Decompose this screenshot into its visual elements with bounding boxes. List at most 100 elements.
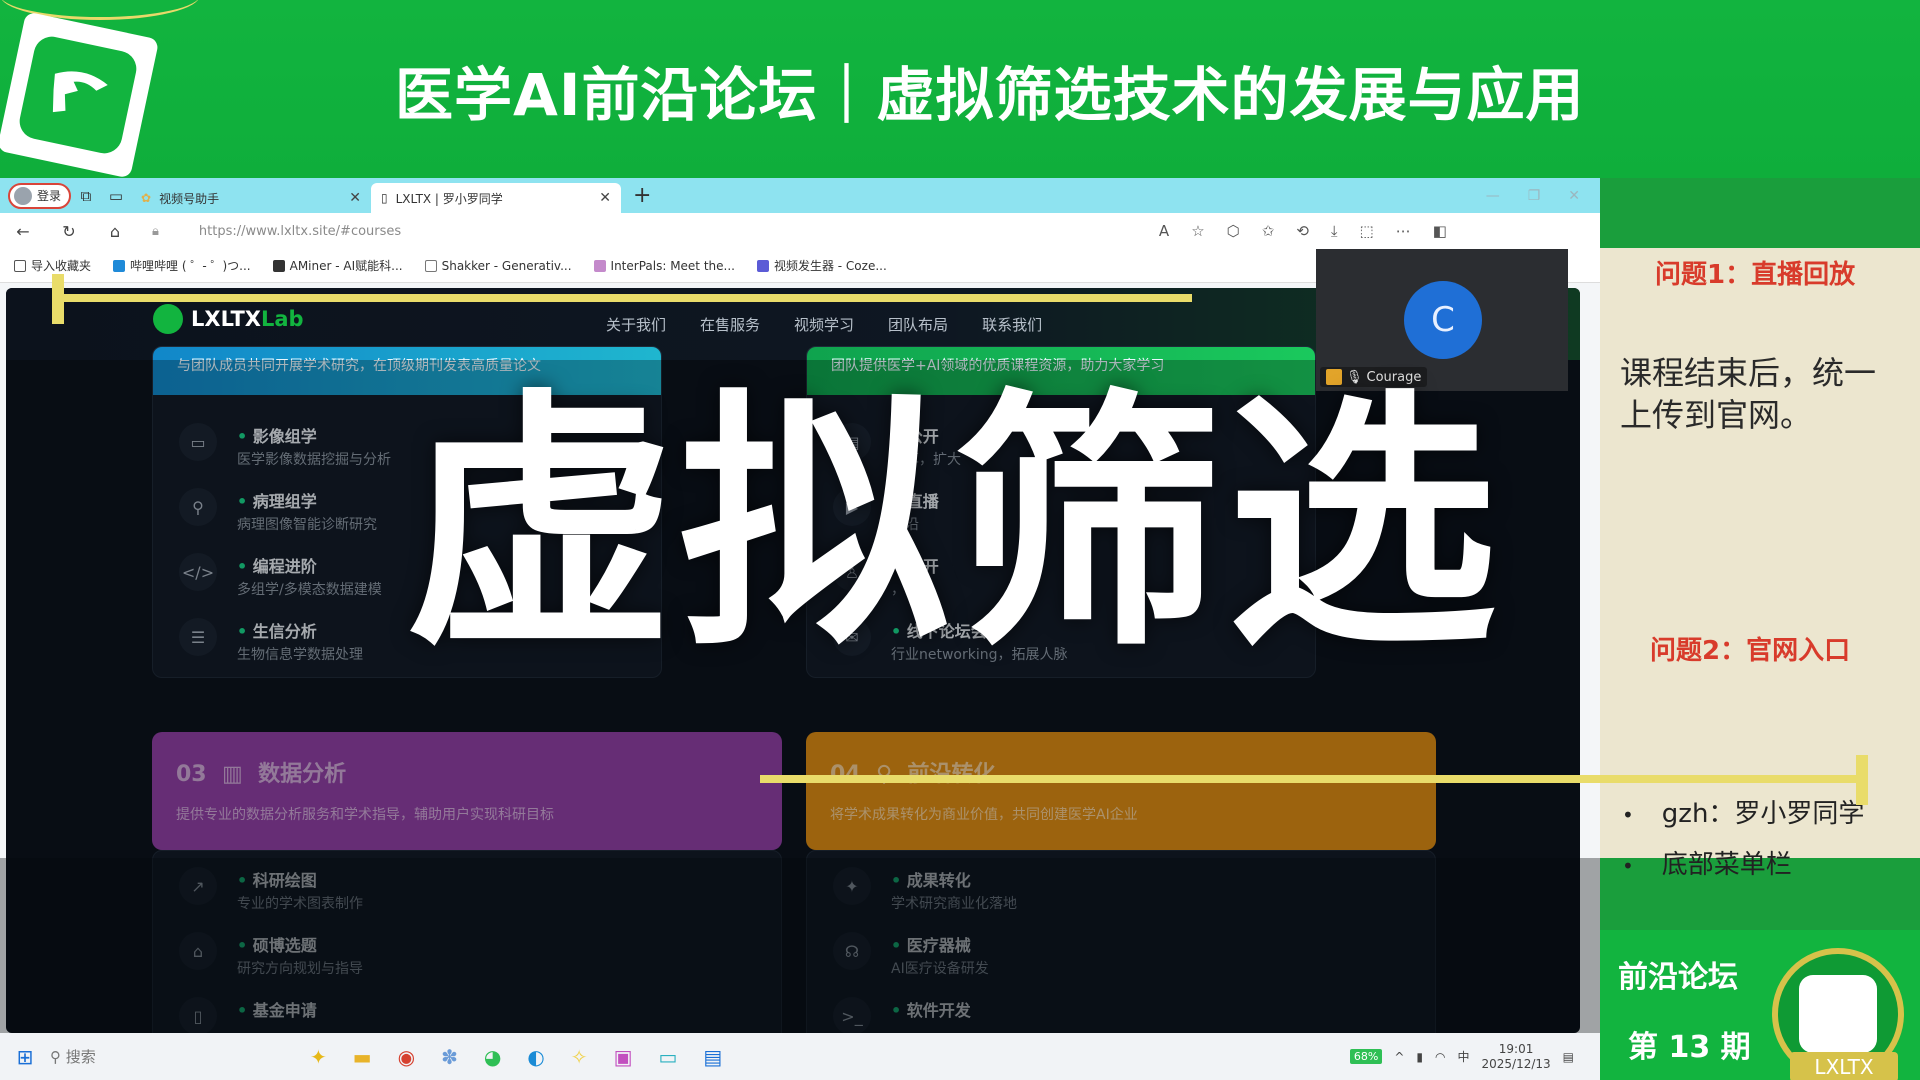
taskbar: ⊞ ⚲ 搜索 ✦ ▬ ◉ ✽ ◕ ◐ ✧ ▣ ▭ ▤ 68% ^ ▮ ◠ 中 1… <box>0 1033 1600 1080</box>
more-menu-icon[interactable]: ⋯ <box>1396 222 1411 240</box>
lower-dark-band <box>0 858 1600 1033</box>
notification-icon[interactable]: ▤ <box>1563 1050 1574 1064</box>
accent-line-top <box>52 294 1192 302</box>
coze-icon <box>756 259 769 272</box>
tab-favicon-icon: ✿ <box>141 191 152 205</box>
menu-services[interactable]: 在售服务 <box>700 314 760 335</box>
login-label: 登录 <box>37 189 62 203</box>
close-tab-icon[interactable]: ✕ <box>349 190 361 206</box>
taskbar-apps: ✦ ▬ ◉ ✽ ◕ ◐ ✧ ▣ ▭ ▤ <box>310 1045 722 1069</box>
bookmark-coze[interactable]: 视频发生器 - Coze... <box>756 257 887 274</box>
menu-contact[interactable]: 联系我们 <box>982 314 1042 335</box>
battery-indicator[interactable]: 68% <box>1349 1049 1383 1064</box>
menu-about[interactable]: 关于我们 <box>606 314 666 335</box>
read-aloud-icon[interactable]: A <box>1159 222 1169 240</box>
tab-label: 视频号助手 <box>159 191 220 206</box>
lock-icon: 🔒︎ <box>152 223 159 239</box>
list-item: 底部菜单栏 <box>1622 844 1864 881</box>
window-controls: — ❐ ✕ <box>1486 188 1600 204</box>
ime-icon[interactable]: 中 <box>1457 1048 1469 1065</box>
collections-icon[interactable]: ⧉ <box>71 181 101 211</box>
sidebar-toggle-icon[interactable]: ◧ <box>1433 222 1447 240</box>
menu-team[interactable]: 团队布局 <box>888 314 948 335</box>
tab-actions-icon[interactable]: ▭ <box>101 181 131 211</box>
screen-share-icon[interactable]: ▭ <box>658 1045 677 1069</box>
accent-tick-left <box>52 274 64 324</box>
question-1: 问题1：直播回放 <box>1655 260 1856 290</box>
accent-line-bottom <box>760 775 1860 783</box>
episode-badge: 前沿论坛 第 13 期 LXLTX <box>1600 930 1920 1080</box>
back-icon[interactable]: ← <box>0 222 46 241</box>
tab-lxltx[interactable]: ▯ LXLTX | 罗小罗同学 ✕ <box>371 183 622 213</box>
copilot-icon[interactable]: ✦ <box>310 1045 327 1069</box>
chevron-up-icon[interactable]: ^ <box>1394 1050 1404 1064</box>
page-icon <box>424 259 437 272</box>
profile-avatar-icon <box>14 186 32 205</box>
pinwheel-icon[interactable]: ✽ <box>441 1045 458 1069</box>
list-item: gzh：罗小罗同学 <box>1622 793 1865 830</box>
participant-avatar: C <box>1404 281 1482 359</box>
close-window-icon[interactable]: ✕ <box>1568 188 1580 204</box>
favorite-star-icon[interactable]: ☆ <box>1191 222 1204 240</box>
bilibili-icon <box>113 259 126 272</box>
badge-line-2: 第 13 期 <box>1628 1030 1751 1065</box>
url-input[interactable]: https://www.lxltx.site/#courses <box>199 224 1159 239</box>
accent-tick-right <box>1856 755 1868 805</box>
restore-icon[interactable]: ❐ <box>1528 188 1541 204</box>
taskbar-search[interactable]: ⚲ 搜索 <box>50 1046 250 1067</box>
favorites-icon[interactable]: ✩ <box>1262 222 1275 240</box>
faq-panel: 问题1：直播回放 课程结束后，统一上传到官网。 问题2：官网入口 gzh：罗小罗… <box>1600 248 1920 880</box>
sticky-icon[interactable]: ✧ <box>571 1045 588 1069</box>
system-tray: 68% ^ ▮ ◠ 中 19:01 2025/12/13 ▤ <box>1349 1042 1600 1072</box>
top-banner: 医学AI前沿论坛｜虚拟筛选技术的发展与应用 <box>0 0 1920 179</box>
overlay-title: 虚拟筛选 <box>405 367 1501 682</box>
browser-toolbar: A ☆ ⬡ ✩ ⟲ ⤓ ⬚ ⋯ ◧ <box>1159 222 1447 240</box>
address-bar-row: ← ↻ ⌂ 🔒︎ https://www.lxltx.site/#courses… <box>0 213 1600 249</box>
bookmark-import[interactable]: 导入收藏夹 <box>14 257 91 274</box>
start-windows-icon[interactable]: ⊞ <box>0 1045 50 1069</box>
logo-mark-icon <box>1799 975 1877 1053</box>
screenshot-icon[interactable]: ⬚ <box>1360 222 1374 240</box>
question-2: 问题2：官网入口 <box>1650 636 1851 666</box>
wifi-icon[interactable]: ◠ <box>1435 1050 1445 1064</box>
aminer-icon <box>272 259 285 272</box>
photos-icon[interactable]: ▣ <box>614 1045 633 1069</box>
image-app-icon[interactable]: ▤ <box>703 1045 722 1069</box>
answer-2-list: gzh：罗小罗同学 底部菜单栏 <box>1622 793 1865 895</box>
badge-logo-text: LXLTX <box>1790 1052 1898 1080</box>
logo-mark-icon <box>16 33 140 157</box>
answer-1: 课程结束后，统一上传到官网。 <box>1620 354 1877 434</box>
close-tab-icon[interactable]: ✕ <box>599 190 611 206</box>
tab-video-assistant[interactable]: ✿ 视频号助手 ✕ <box>131 183 372 213</box>
bookmark-aminer[interactable]: AMiner - AI赋能科... <box>272 257 403 274</box>
new-tab-icon[interactable]: + <box>633 183 651 208</box>
badge-logo: LXLTX <box>1772 948 1904 1080</box>
history-icon[interactable]: ⟲ <box>1296 222 1309 240</box>
bookmark-shakker[interactable]: Shakker - Generativ... <box>424 259 572 273</box>
site-logo-icon <box>153 304 183 334</box>
import-icon <box>14 259 26 272</box>
refresh-icon[interactable]: ↻ <box>46 222 92 241</box>
clock[interactable]: 19:01 2025/12/13 <box>1481 1042 1550 1072</box>
chrome-icon[interactable]: ◉ <box>398 1045 415 1069</box>
home-icon[interactable]: ⌂ <box>92 222 138 241</box>
badge-line-1: 前沿论坛 <box>1618 960 1738 995</box>
banner-title: 医学AI前沿论坛｜虚拟筛选技术的发展与应用 <box>395 61 1585 129</box>
download-icon[interactable]: ⤓ <box>1331 222 1338 240</box>
minimize-icon[interactable]: — <box>1486 188 1500 204</box>
tab-bar: 登录 ⧉ ▭ ✿ 视频号助手 ✕ ▯ LXLTX | 罗小罗同学 ✕ + — ❐… <box>0 178 1600 213</box>
login-button[interactable]: 登录 <box>8 182 72 209</box>
edge-icon[interactable]: ◐ <box>527 1045 544 1069</box>
bookmark-interpals[interactable]: InterPals: Meet the... <box>593 259 735 273</box>
microphone-icon[interactable]: ▮ <box>1416 1050 1423 1064</box>
site-logo[interactable]: LXLTXLab <box>153 304 304 334</box>
tab-label: LXLTX | 罗小罗同学 <box>395 191 503 206</box>
menu-videos[interactable]: 视频学习 <box>794 314 854 335</box>
file-explorer-icon[interactable]: ▬ <box>353 1045 372 1069</box>
bookmark-bilibili[interactable]: 哔哩哔哩 ( ゜- ゜)つ... <box>113 257 251 274</box>
wechat-icon[interactable]: ◕ <box>484 1045 501 1069</box>
banner-logo <box>0 11 160 179</box>
page-favicon-icon: ▯ <box>381 191 388 205</box>
site-menu: 关于我们 在售服务 视频学习 团队布局 联系我们 <box>606 314 1042 335</box>
extensions-icon[interactable]: ⬡ <box>1227 222 1240 240</box>
